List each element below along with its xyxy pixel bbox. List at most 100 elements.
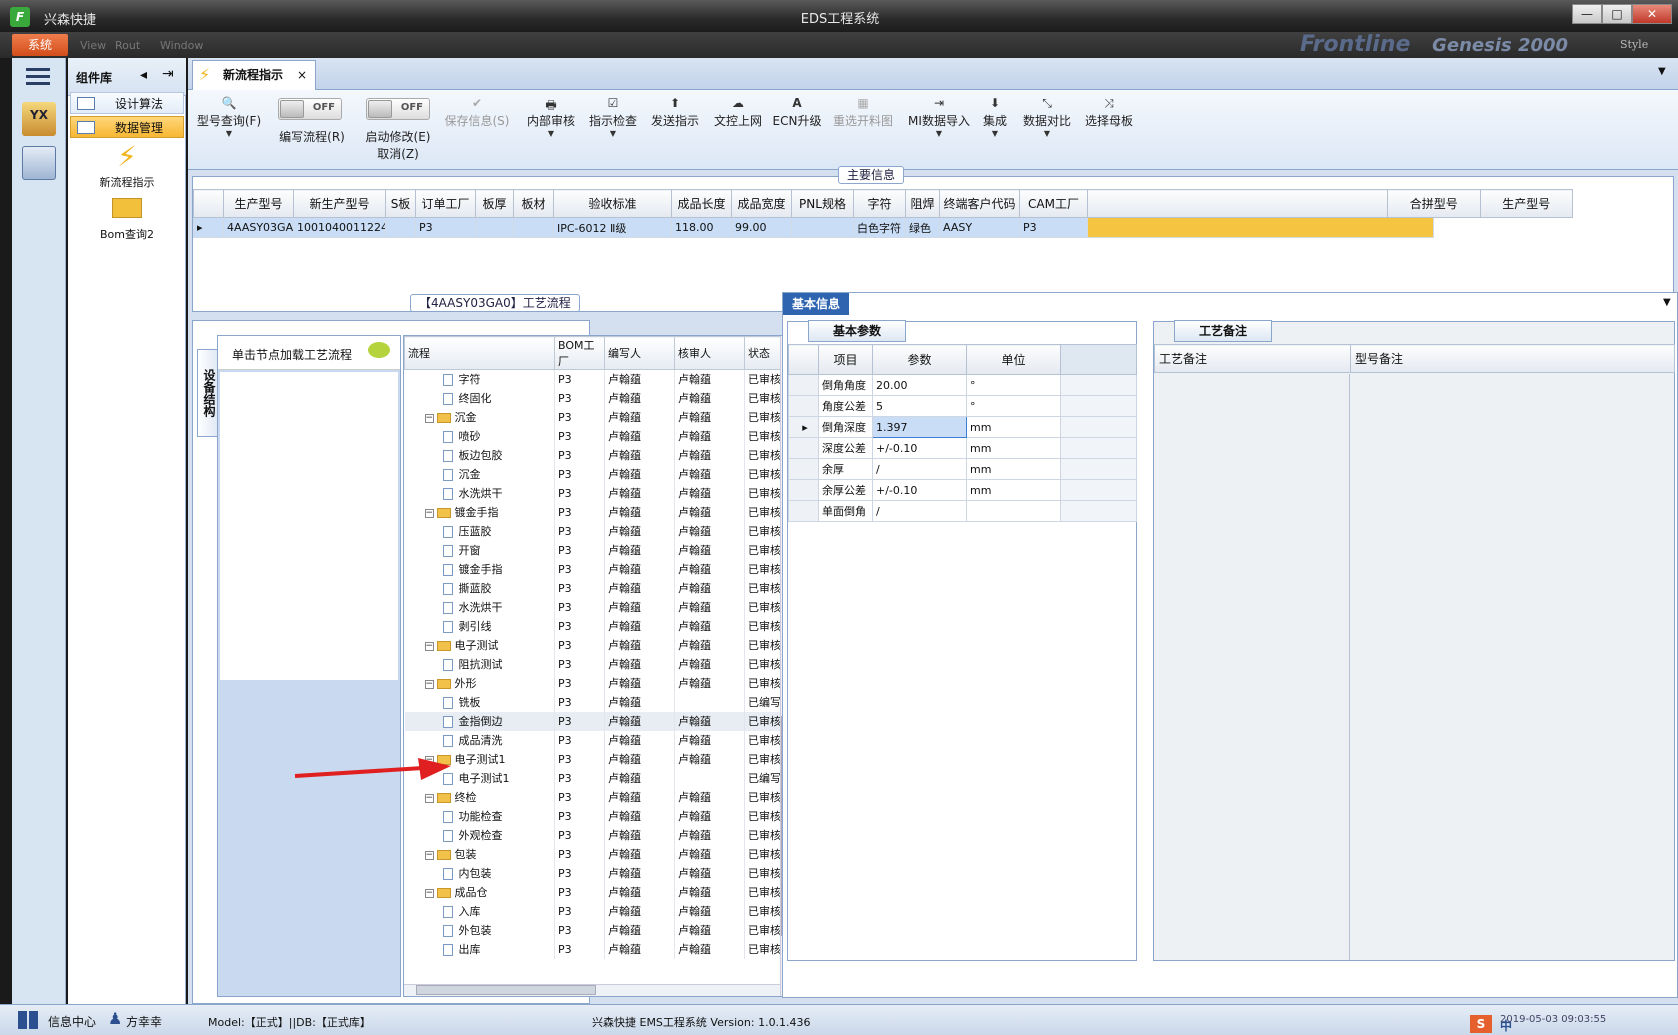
column-header[interactable]: 合拼型号 (1387, 189, 1481, 218)
tree-row[interactable]: − 镀金手指 P3 卢翰蕴 卢翰蕴 已审核 (404, 502, 781, 522)
tab-process-notes[interactable]: 工艺备注 (1174, 320, 1273, 342)
tree-row[interactable]: − 终检 P3 卢翰蕴 卢翰蕴 已审核 (404, 787, 781, 807)
tree-node[interactable]: 金指倒边 (404, 711, 555, 731)
column-header[interactable]: 字符 (853, 189, 906, 218)
tree-row[interactable]: 阻抗测试 P3 卢翰蕴 卢翰蕴 已审核 (404, 654, 781, 674)
pin-panel-icon[interactable]: ⇥ (162, 66, 174, 82)
tree-row[interactable]: − 成品仓 P3 卢翰蕴 卢翰蕴 已审核 (404, 882, 781, 902)
cell-material[interactable] (513, 217, 554, 238)
column-header[interactable]: 流程 (404, 336, 555, 370)
tree-row[interactable]: 水洗烘干 P3 卢翰蕴 卢翰蕴 已审核 (404, 483, 781, 503)
internal-review-button[interactable]: 🖶 内部审核 ▼ (524, 96, 578, 138)
tree-node[interactable]: 沉金 (404, 464, 555, 484)
param-row[interactable]: 余厚公差 +/-0.10 mm (788, 479, 1137, 501)
cell-pnl[interactable] (791, 217, 854, 238)
system-menu-button[interactable]: 系统 (12, 34, 68, 56)
collapse-toggle-icon[interactable]: − (424, 679, 434, 689)
tree-row[interactable]: 镀金手指 P3 卢翰蕴 卢翰蕴 已审核 (404, 559, 781, 579)
param-row[interactable]: 单面倒角 / (788, 500, 1137, 522)
maximize-button[interactable]: □ (1602, 4, 1632, 24)
tree-node[interactable]: 功能检查 (404, 806, 555, 826)
collapse-toggle-icon[interactable]: − (424, 508, 434, 518)
row-selector-header[interactable] (193, 189, 224, 218)
column-header[interactable]: 新生产型号 (293, 189, 386, 218)
column-header[interactable]: 成品长度 (671, 189, 732, 218)
tree-node[interactable]: − 电子测试 (404, 635, 555, 655)
collapse-toggle-icon[interactable]: − (424, 888, 434, 898)
column-header[interactable]: BOM工厂 (554, 336, 605, 370)
param-value[interactable]: +/-0.10 (872, 437, 967, 459)
param-value[interactable]: +/-0.10 (872, 479, 967, 501)
param-row[interactable]: 余厚 / mm (788, 458, 1137, 480)
cell-s-board[interactable] (385, 217, 416, 238)
tree-node[interactable]: − 终检 (404, 787, 555, 807)
model-query-button[interactable]: 🔍 型号查询(F) ▼ (196, 96, 262, 138)
bom-query-shortcut[interactable]: Bom查询2 (68, 194, 186, 242)
cell-character[interactable]: 白色字符 (853, 217, 906, 238)
column-header[interactable]: 板材 (513, 189, 554, 218)
tree-row[interactable]: 出库 P3 卢翰蕴 卢翰蕴 已审核 (404, 939, 781, 959)
param-row[interactable]: 角度公差 5 ° (788, 395, 1137, 417)
param-unit[interactable]: mm (966, 458, 1061, 480)
tree-node[interactable]: − 成品仓 (404, 882, 555, 902)
column-header[interactable]: 工艺备注 (1154, 344, 1351, 373)
equipment-structure-tab[interactable]: 设备结构 (197, 349, 219, 437)
doc-publish-button[interactable]: ☁ 文控上网 (711, 96, 765, 129)
lib-item-data-management[interactable]: 数据管理 (70, 116, 184, 138)
param-value[interactable]: 1.397 (872, 416, 967, 438)
tab-close-icon[interactable]: × (297, 61, 307, 89)
tree-node[interactable]: 压蓝胶 (404, 521, 555, 541)
tree-row[interactable]: 金指倒边 P3 卢翰蕴 卢翰蕴 已审核 (404, 711, 781, 731)
tab-basic-params[interactable]: 基本参数 (808, 320, 907, 342)
param-unit[interactable]: mm (966, 437, 1061, 459)
param-unit[interactable]: ° (966, 395, 1061, 417)
collapse-toggle-icon[interactable]: − (424, 413, 434, 423)
tree-row[interactable]: 终固化 P3 卢翰蕴 卢翰蕴 已审核 (404, 388, 781, 408)
param-row[interactable]: 深度公差 +/-0.10 mm (788, 437, 1137, 459)
column-header[interactable]: CAM工厂 (1019, 189, 1088, 218)
cell-new-model[interactable]: 10010400112241 (293, 217, 386, 238)
process-notes-textarea[interactable] (1154, 374, 1350, 960)
tree-node[interactable]: 字符 (404, 369, 555, 389)
tree-node[interactable]: 阻抗测试 (404, 654, 555, 674)
cell-solder-mask[interactable]: 绿色 (905, 217, 940, 238)
tree-node[interactable]: 铣板 (404, 692, 555, 712)
column-header[interactable]: 订单工厂 (415, 189, 476, 218)
collapse-toggle-icon[interactable]: − (424, 850, 434, 860)
tree-node[interactable]: − 沉金 (404, 407, 555, 427)
row-selector-header[interactable] (788, 344, 819, 375)
tree-row[interactable]: 电子测试1 P3 卢翰蕴 已编写 (404, 768, 781, 788)
column-header[interactable]: 验收标准 (553, 189, 672, 218)
basic-info-title[interactable]: 基本信息 (783, 293, 849, 315)
send-instruction-button[interactable]: ⬆ 发送指示 (648, 96, 702, 129)
tree-node[interactable]: − 外形 (404, 673, 555, 693)
param-value[interactable]: / (872, 458, 967, 480)
select-motherboard-button[interactable]: ⤨ 选择母板 (1082, 96, 1136, 129)
tree-row[interactable]: 入库 P3 卢翰蕴 卢翰蕴 已审核 (404, 901, 781, 921)
tree-node[interactable]: 外观检查 (404, 825, 555, 845)
param-unit[interactable]: mm (966, 416, 1061, 438)
minimize-button[interactable]: — (1572, 4, 1602, 24)
tree-node[interactable]: 水洗烘干 (404, 597, 555, 617)
tree-row[interactable]: − 外形 P3 卢翰蕴 卢翰蕴 已审核 (404, 673, 781, 693)
cell-length[interactable]: 118.00 (671, 217, 732, 238)
tree-node[interactable]: 开窗 (404, 540, 555, 560)
column-header[interactable]: 阻焊 (905, 189, 940, 218)
param-unit[interactable]: mm (966, 479, 1061, 501)
cell-factory[interactable]: P3 (415, 217, 476, 238)
panel-menu-icon[interactable]: ▼ (1663, 297, 1671, 308)
param-unit[interactable] (966, 500, 1061, 522)
table-row[interactable]: ▸ 4AASY03GA0 10010400112241 P3 IPC-6012 … (193, 217, 1434, 238)
cell-standard[interactable]: IPC-6012 Ⅱ级 (553, 217, 672, 238)
tree-node[interactable]: 入库 (404, 901, 555, 921)
ime-language[interactable]: 中 (1500, 1017, 1512, 1034)
tree-horizontal-scrollbar[interactable] (404, 984, 780, 996)
column-header[interactable]: 单位 (966, 344, 1061, 375)
info-center-link[interactable]: 信息中心 (48, 1013, 96, 1030)
new-process-shortcut[interactable]: ⚡ 新流程指示 (68, 140, 186, 190)
tree-row[interactable]: 撕蓝胶 P3 卢翰蕴 卢翰蕴 已审核 (404, 578, 781, 598)
param-value[interactable]: 5 (872, 395, 967, 417)
tree-node[interactable]: 外包装 (404, 920, 555, 940)
tree-row[interactable]: − 电子测试 P3 卢翰蕴 卢翰蕴 已审核 (404, 635, 781, 655)
cell-width[interactable]: 99.00 (731, 217, 792, 238)
